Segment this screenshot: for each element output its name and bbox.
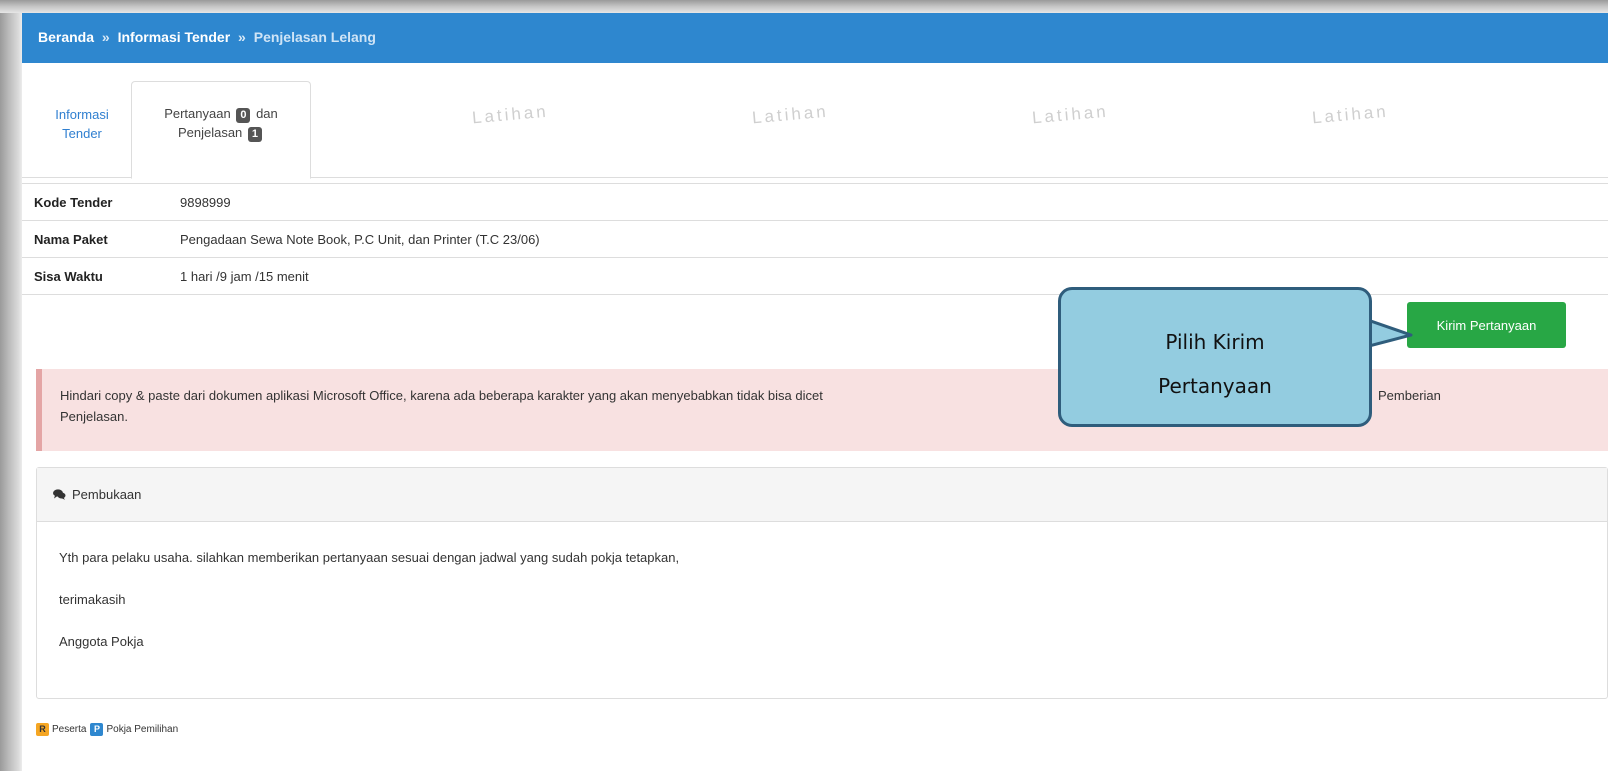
table-row: Kode Tender 9898999 xyxy=(22,184,1608,221)
panel-line: terimakasih xyxy=(59,592,126,607)
tender-info-table: Kode Tender 9898999 Nama Paket Pengadaan… xyxy=(22,183,1608,295)
tab-informasi-label-line1: Informasi xyxy=(55,107,109,122)
table-row: Sisa Waktu 1 hari /9 jam /15 menit xyxy=(22,258,1608,295)
breadcrumb-home[interactable]: Beranda xyxy=(38,29,94,45)
alert-text-tail: Pemberian xyxy=(1378,388,1441,403)
alert-text-line1: Hindari copy & paste dari dokumen aplika… xyxy=(60,388,823,403)
pokja-label: Pokja Pemilihan xyxy=(106,724,179,735)
watermark: Latihan xyxy=(471,101,550,128)
tab-dan-label: dan xyxy=(256,106,278,121)
pertanyaan-count-badge: 0 xyxy=(236,108,251,123)
kirim-pertanyaan-button[interactable]: Kirim Pertanyaan xyxy=(1407,302,1566,348)
tab-informasi-tender[interactable]: Informasi Tender xyxy=(32,81,132,178)
window-frame-top xyxy=(0,0,1608,13)
role-legend: R Peserta P Pokja Pemilihan xyxy=(36,723,178,736)
panel-line: Anggota Pokja xyxy=(59,634,144,649)
page: Beranda » Informasi Tender » Penjelasan … xyxy=(22,13,1608,771)
watermark: Latihan xyxy=(1311,101,1390,128)
penjelasan-count-badge: 1 xyxy=(247,127,263,142)
kode-tender-label: Kode Tender xyxy=(34,194,113,210)
pembukaan-panel: Pembukaan Yth para pelaku usaha. silahka… xyxy=(36,467,1608,699)
callout-pointer xyxy=(1365,317,1413,349)
tab-pertanyaan-label: Pertanyaan xyxy=(164,106,231,121)
sisa-waktu-value: 1 hari /9 jam /15 menit xyxy=(180,268,309,284)
table-row: Nama Paket Pengadaan Sewa Note Book, P.C… xyxy=(22,221,1608,258)
nama-paket-value: Pengadaan Sewa Note Book, P.C Unit, dan … xyxy=(180,231,540,247)
tab-penjelasan-label: Penjelasan xyxy=(177,125,243,140)
panel-title: Pembukaan xyxy=(72,487,142,502)
breadcrumb-separator: » xyxy=(238,29,246,45)
peserta-badge: R xyxy=(36,723,49,736)
watermark: Latihan xyxy=(1031,101,1110,128)
panel-body: Yth para pelaku usaha. silahkan memberik… xyxy=(37,522,1607,676)
watermark: Latihan xyxy=(751,101,830,128)
breadcrumb: Beranda » Informasi Tender » Penjelasan … xyxy=(22,13,1608,63)
alert-text-line2: Penjelasan. xyxy=(60,409,128,424)
tab-bar: Informasi Tender Pertanyaan 0 dan Penjel… xyxy=(22,63,1608,179)
pokja-badge: P xyxy=(90,723,104,736)
peserta-label: Peserta xyxy=(52,724,87,735)
instruction-callout: Pilih Kirim Pertanyaan xyxy=(1058,287,1372,427)
panel-header: Pembukaan xyxy=(37,468,1607,522)
window-frame-left xyxy=(0,0,22,771)
callout-line2: Pertanyaan xyxy=(1158,374,1272,398)
breadcrumb-separator: » xyxy=(101,29,110,45)
breadcrumb-info-tender[interactable]: Informasi Tender xyxy=(118,29,231,45)
tab-informasi-label-line2: Tender xyxy=(62,126,102,141)
breadcrumb-current: Penjelasan Lelang xyxy=(253,29,376,45)
tab-pertanyaan-penjelasan[interactable]: Pertanyaan 0 dan Penjelasan 1 xyxy=(131,81,311,179)
callout-line1: Pilih Kirim xyxy=(1165,330,1265,354)
sisa-waktu-label: Sisa Waktu xyxy=(34,268,103,284)
nama-paket-label: Nama Paket xyxy=(34,231,108,247)
kode-tender-value: 9898999 xyxy=(180,194,231,210)
panel-line: Yth para pelaku usaha. silahkan memberik… xyxy=(59,550,680,565)
warning-alert: Hindari copy & paste dari dokumen aplika… xyxy=(36,369,1608,451)
comments-icon xyxy=(53,489,66,500)
